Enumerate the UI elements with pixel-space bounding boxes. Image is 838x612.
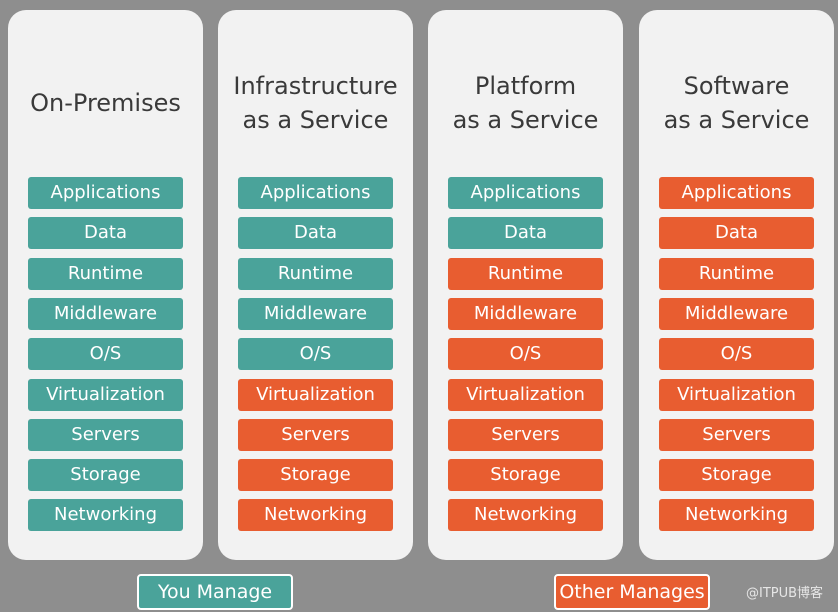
layer-box-runtime: Runtime [448,257,603,290]
layer-box-servers: Servers [448,418,603,451]
layer-box-middleware: Middleware [28,297,183,330]
legend-you-manage: You Manage [137,574,293,610]
layer-box-storage: Storage [238,459,393,492]
layer-box-runtime: Runtime [238,257,393,290]
layer-box-os: O/S [659,338,814,371]
layer-box-applications: Applications [28,177,183,209]
watermark: @ITPUB博客 [746,586,824,601]
layer-box-applications: Applications [448,177,603,209]
layer-box-virtualization: Virtualization [238,378,393,411]
layer-box-virtualization: Virtualization [659,378,814,411]
column-title: Platform as a Service [452,72,599,134]
layer-box-servers: Servers [238,418,393,451]
column-panel: Software as a Service Applications Data Run… [639,10,834,560]
legend-other-manages: Other Manages [554,574,710,610]
layer-box-applications: Applications [659,177,814,209]
layer-box-storage: Storage [659,459,814,492]
layer-box-os: O/S [28,338,183,371]
column-panel: Platform as a Service Applications Data Run… [428,10,623,560]
layer-box-storage: Storage [28,459,183,492]
column-title: On-Premises [30,89,181,117]
layer-box-networking: Networking [238,499,393,532]
layer-box-networking: Networking [659,499,814,532]
layer-box-os: O/S [238,338,393,371]
column-title: Infrastructure as a Service [233,72,398,134]
layer-box-data: Data [659,217,814,250]
layer-box-os: O/S [448,338,603,371]
layer-box-virtualization: Virtualization [448,378,603,411]
layer-box-runtime: Runtime [28,257,183,290]
column-panel: On-Premises Applications Data Runtime Middle… [8,10,203,560]
layer-box-data: Data [448,217,603,250]
layer-box-applications: Applications [238,177,393,209]
layer-box-middleware: Middleware [448,297,603,330]
layer-box-networking: Networking [28,499,183,532]
layer-box-servers: Servers [28,418,183,451]
layer-box-middleware: Middleware [238,297,393,330]
layer-box-storage: Storage [448,459,603,492]
layer-box-data: Data [28,217,183,250]
layer-box-data: Data [238,217,393,250]
layer-box-networking: Networking [448,499,603,532]
layer-box-middleware: Middleware [659,297,814,330]
layer-box-runtime: Runtime [659,257,814,290]
column-title: Software as a Service [663,72,810,134]
column-panel: Infrastructure as a Service Applications D… [218,10,413,560]
layer-box-virtualization: Virtualization [28,378,183,411]
layer-box-servers: Servers [659,418,814,451]
